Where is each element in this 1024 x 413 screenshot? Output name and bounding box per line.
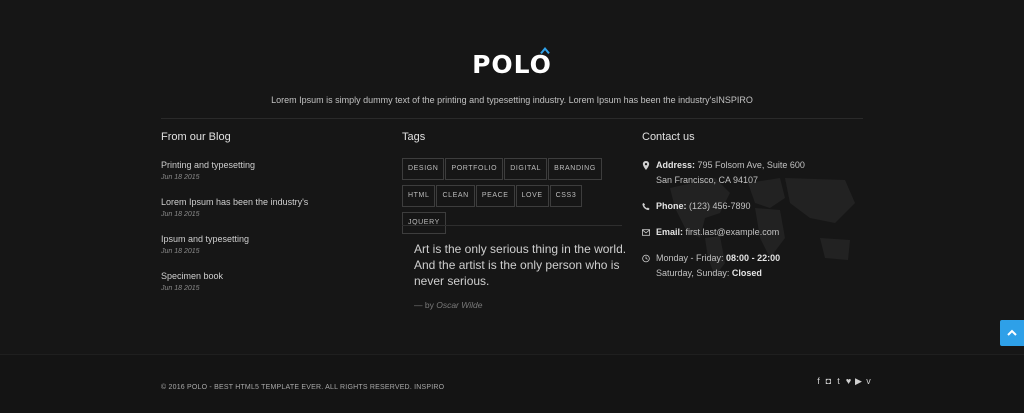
tag-jquery[interactable]: jQuery xyxy=(402,212,446,234)
envelope-icon xyxy=(642,229,650,236)
facebook-icon[interactable]: f xyxy=(815,377,822,386)
blog-item[interactable]: Lorem Ipsum has been the industry's Jun … xyxy=(161,196,361,222)
contact-title: Contact us xyxy=(642,131,695,143)
email-value[interactable]: first.last@example.com xyxy=(686,227,780,237)
scroll-top-button[interactable] xyxy=(1000,320,1024,346)
footer-divider xyxy=(161,118,863,119)
hours-line1-prefix: Monday - Friday: xyxy=(656,253,724,263)
blog-item-date: Jun 18 2015 xyxy=(161,285,200,292)
contact-phone: Phone: (123) 456-7890 xyxy=(642,199,862,214)
address-line2: San Francisco, CA 94107 xyxy=(656,175,759,185)
tag-branding[interactable]: Branding xyxy=(548,158,602,180)
footer-tagline: Lorem Ipsum is simply dummy text of the … xyxy=(271,95,753,105)
phone-label: Phone: xyxy=(656,201,687,211)
blog-item-title[interactable]: Printing and typesetting xyxy=(161,159,361,171)
blog-item-date: Jun 18 2015 xyxy=(161,174,200,181)
copyright-bar: © 2016 POLO - BEST HTML5 TEMPLATE EVER. … xyxy=(0,354,1024,413)
blog-item-date: Jun 18 2015 xyxy=(161,248,200,255)
contact-info: Address: 795 Folsom Ave, Suite 600 San F… xyxy=(642,158,862,292)
quote-text: Art is the only serious thing in the wor… xyxy=(414,242,627,288)
tag-portfolio[interactable]: Portfolio xyxy=(445,158,504,180)
blog-item-title[interactable]: Specimen book xyxy=(161,270,361,282)
youtube-icon[interactable]: ▶ xyxy=(855,377,862,386)
email-label: Email: xyxy=(656,227,684,237)
tag-peace[interactable]: Peace xyxy=(475,185,515,207)
quote-by-prefix: — by xyxy=(414,300,434,310)
footer-logo[interactable]: POLO xyxy=(0,47,1024,79)
logo-arrow-icon xyxy=(540,47,550,55)
chevron-up-icon xyxy=(1007,329,1017,336)
blog-item[interactable]: Printing and typesetting Jun 18 2015 xyxy=(161,159,361,185)
blog-item-title[interactable]: Ipsum and typesetting xyxy=(161,233,361,245)
blog-item[interactable]: Specimen book Jun 18 2015 xyxy=(161,270,361,296)
twitter-icon[interactable]: ♥ xyxy=(845,377,852,386)
blog-item-date: Jun 18 2015 xyxy=(161,211,200,218)
map-marker-icon xyxy=(642,161,650,170)
tag-css3[interactable]: CSS3 xyxy=(549,185,583,207)
hours-line2-value: Closed xyxy=(731,268,762,278)
blog-item-title[interactable]: Lorem Ipsum has been the industry's xyxy=(161,196,361,208)
hours-line2-prefix: Saturday, Sunday: xyxy=(656,268,730,278)
tag-html[interactable]: HTML xyxy=(402,185,436,207)
phone-icon xyxy=(642,202,650,211)
copyright-text: © 2016 POLO - BEST HTML5 TEMPLATE EVER. … xyxy=(161,384,445,391)
blog-item[interactable]: Ipsum and typesetting Jun 18 2015 xyxy=(161,233,361,259)
address-label: Address: xyxy=(656,160,696,170)
clock-icon xyxy=(642,254,650,263)
contact-address: Address: 795 Folsom Ave, Suite 600 San F… xyxy=(642,158,862,188)
quote-author: Oscar Wilde xyxy=(436,300,483,310)
tag-design[interactable]: Design xyxy=(402,158,445,180)
social-links: f ◘ t ♥ ▶ v xyxy=(815,377,872,386)
address-line1: 795 Folsom Ave, Suite 600 xyxy=(697,160,805,170)
tags-divider xyxy=(402,225,622,226)
tag-clean[interactable]: Clean xyxy=(436,185,475,207)
quote-attribution: — by Oscar Wilde xyxy=(414,300,482,310)
tag-digital[interactable]: Digital xyxy=(504,158,548,180)
vimeo-icon[interactable]: v xyxy=(865,377,872,386)
tumblr-icon[interactable]: t xyxy=(835,377,842,386)
blog-list: Printing and typesetting Jun 18 2015 Lor… xyxy=(161,159,361,307)
contact-email: Email: first.last@example.com xyxy=(642,225,862,240)
footer-main: POLO Lorem Ipsum is simply dummy text of… xyxy=(0,0,1024,354)
instagram-icon[interactable]: ◘ xyxy=(825,377,832,386)
hours-line1-value: 08:00 - 22:00 xyxy=(726,253,781,263)
contact-hours: Monday - Friday: 08:00 - 22:00 Saturday,… xyxy=(642,251,862,281)
tags-title: Tags xyxy=(402,131,426,143)
phone-value[interactable]: (123) 456-7890 xyxy=(689,201,751,211)
tag-love[interactable]: Love xyxy=(515,185,549,207)
blog-title: From our Blog xyxy=(161,131,231,143)
